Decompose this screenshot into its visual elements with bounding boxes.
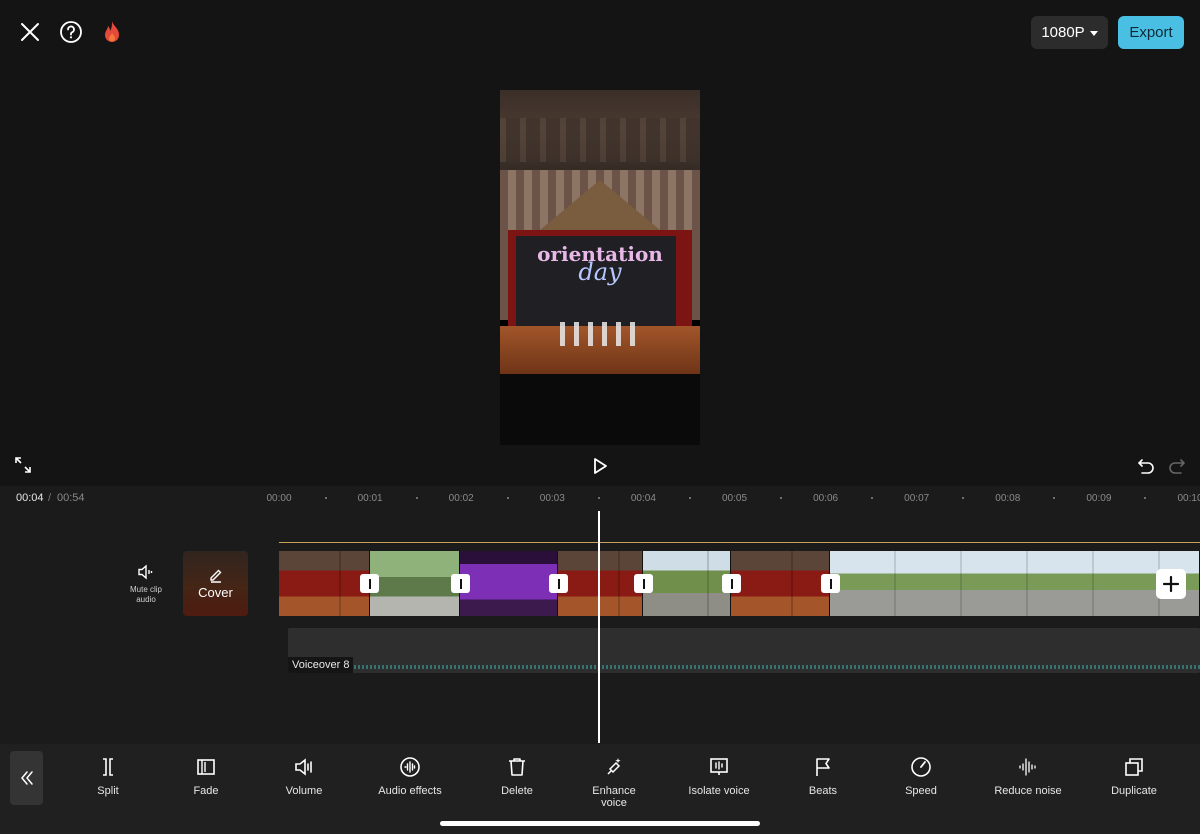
- tool-audio-effects[interactable]: Audio effects: [365, 756, 455, 812]
- tool-split[interactable]: Split: [63, 756, 153, 812]
- ruler-tick-label: 00:01: [357, 493, 383, 504]
- time-separator: /: [48, 492, 52, 504]
- tool-volume[interactable]: Volume: [259, 756, 349, 812]
- ruler-tick-label: 00:02: [448, 493, 474, 504]
- playhead[interactable]: [598, 511, 600, 743]
- tool-duplicate[interactable]: Duplicate: [1089, 756, 1179, 812]
- redo-icon[interactable]: [1167, 456, 1187, 476]
- double-chevron-left-icon: [20, 771, 33, 785]
- ruler-tick-label: 00:06: [813, 493, 839, 504]
- tool-label: Delete: [501, 785, 533, 797]
- enhance-voice-icon: [603, 756, 625, 778]
- transition-button[interactable]: [451, 574, 470, 593]
- undo-icon[interactable]: [1136, 456, 1156, 476]
- transition-button[interactable]: [360, 574, 379, 593]
- ruler-dot: [506, 497, 509, 499]
- home-indicator: [440, 821, 760, 826]
- tool-enhance-voice[interactable]: Enhance voice: [569, 756, 659, 812]
- current-time: 00:04: [16, 492, 44, 504]
- transition-button[interactable]: [634, 574, 653, 593]
- tool-label: Isolate voice: [688, 785, 750, 797]
- tool-label: Enhance voice: [592, 785, 636, 809]
- audio-effects-icon: [399, 756, 421, 778]
- ruler-dot: [324, 497, 327, 499]
- video-clip[interactable]: [830, 551, 1200, 616]
- tool-label: Fade: [193, 785, 219, 797]
- ruler-dot: [597, 497, 600, 499]
- mute-clip-audio-button[interactable]: Mute clip audio: [120, 563, 172, 613]
- tool-reduce-noise[interactable]: Reduce noise: [983, 756, 1073, 812]
- ruler-tick-label: 00:00: [266, 493, 292, 504]
- mute-clip-audio-label: Mute clip audio: [129, 585, 162, 604]
- ruler-tick-label: 00:03: [539, 493, 565, 504]
- tool-label: Split: [97, 785, 119, 797]
- split-icon: [97, 756, 119, 778]
- main-track-indicator: [279, 542, 1200, 543]
- fire-icon[interactable]: [98, 17, 126, 47]
- speaker-icon: [138, 564, 153, 580]
- ruler-tick-label: 00:09: [1086, 493, 1112, 504]
- transition-button[interactable]: [821, 574, 840, 593]
- isolate-voice-icon: [708, 756, 730, 778]
- ruler-dot: [415, 497, 418, 499]
- ruler-tick-label: 00:05: [721, 493, 748, 504]
- help-icon[interactable]: [57, 18, 85, 46]
- play-icon[interactable]: [589, 455, 611, 477]
- caret-down-icon: [1089, 30, 1098, 36]
- fullscreen-icon[interactable]: [14, 456, 32, 474]
- delete-icon: [506, 756, 528, 778]
- add-clip-button[interactable]: [1156, 569, 1186, 599]
- resolution-dropdown[interactable]: 1080P: [1031, 16, 1108, 49]
- video-clip[interactable]: [731, 551, 830, 616]
- edit-pencil-icon: [209, 569, 221, 583]
- fade-icon: [195, 756, 217, 778]
- tool-fade[interactable]: Fade: [161, 756, 251, 812]
- video-clip[interactable]: [460, 551, 558, 616]
- resolution-value: 1080P: [1041, 24, 1085, 41]
- preview-beams: [500, 118, 700, 162]
- preview-letterbox: [500, 374, 700, 445]
- plus-icon: [1162, 575, 1180, 593]
- speed-icon: [910, 756, 932, 778]
- transition-button[interactable]: [549, 574, 568, 593]
- voiceover-label: Voiceover 8: [288, 657, 354, 673]
- reduce-noise-icon: [1017, 756, 1039, 778]
- cover-button[interactable]: Cover: [183, 551, 248, 616]
- audio-waveform: [354, 665, 1200, 669]
- close-icon[interactable]: [16, 18, 44, 46]
- preview-performers: [560, 322, 640, 346]
- tool-label: Reduce noise: [994, 785, 1062, 797]
- ruler-dot: [688, 497, 691, 499]
- video-clip[interactable]: [558, 551, 643, 616]
- tool-label: Audio effects: [378, 785, 442, 797]
- ruler-tick-label: 00:08: [995, 493, 1021, 504]
- video-clip[interactable]: [370, 551, 460, 616]
- tool-beats[interactable]: Beats: [778, 756, 868, 812]
- back-button[interactable]: [10, 751, 43, 805]
- tool-label: Volume: [285, 785, 323, 797]
- tool-label: Beats: [808, 785, 838, 797]
- video-preview[interactable]: orientation day: [500, 90, 700, 445]
- tool-label: Duplicate: [1111, 785, 1157, 797]
- tool-speed[interactable]: Speed: [876, 756, 966, 812]
- tool-label: Speed: [905, 785, 937, 797]
- total-time: 00:54: [57, 492, 85, 504]
- export-button[interactable]: Export: [1118, 16, 1184, 49]
- video-clip[interactable]: [279, 551, 370, 616]
- duplicate-icon: [1123, 756, 1145, 778]
- ruler-tick-label: 00:04: [630, 493, 656, 504]
- tool-isolate-voice[interactable]: Isolate voice: [674, 756, 764, 812]
- ruler-tick-label: 00:10: [1177, 493, 1200, 504]
- tool-delete[interactable]: Delete: [472, 756, 562, 812]
- volume-icon: [293, 756, 315, 778]
- transition-button[interactable]: [722, 574, 741, 593]
- voiceover-track[interactable]: Voiceover 8: [288, 628, 1200, 673]
- preview-subtitle-text: day: [578, 258, 622, 286]
- ruler-tick-label: 00:07: [904, 493, 930, 504]
- beats-icon: [812, 756, 834, 778]
- cover-label: Cover: [198, 585, 233, 600]
- video-clip[interactable]: [643, 551, 731, 616]
- top-bar: 1080P Export: [0, 0, 1200, 64]
